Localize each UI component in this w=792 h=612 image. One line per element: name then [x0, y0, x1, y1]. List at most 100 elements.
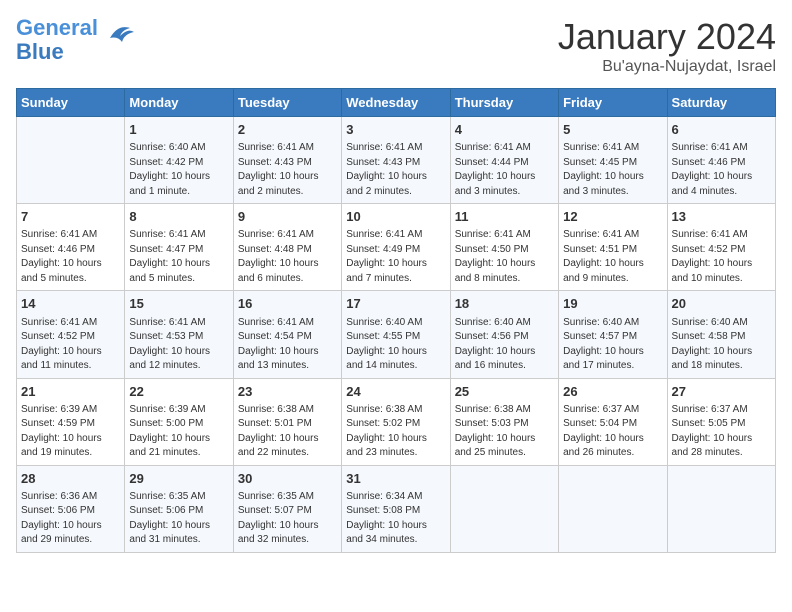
day-number: 1: [129, 121, 228, 139]
cell-content: Sunrise: 6:40 AM Sunset: 4:55 PM Dayligh…: [346, 316, 445, 374]
calendar-cell: 21Sunrise: 6:39 AM Sunset: 4:59 PM Dayli…: [17, 378, 125, 465]
day-number: 11: [455, 208, 554, 226]
calendar-cell: 3Sunrise: 6:41 AM Sunset: 4:43 PM Daylig…: [342, 117, 450, 204]
day-number: 3: [346, 121, 445, 139]
col-header-tuesday: Tuesday: [233, 89, 341, 117]
cell-content: Sunrise: 6:41 AM Sunset: 4:53 PM Dayligh…: [129, 316, 228, 374]
week-row-1: 1 Sunrise: 6:40 AM Sunset: 4:42 PM Daylig…: [17, 117, 776, 204]
day-number: 22: [129, 383, 228, 401]
calendar-cell: 15 Sunrise: 6:41 AM Sunset: 4:53 PM Dayli…: [125, 291, 233, 378]
cell-content: Sunrise: 6:41 AM Sunset: 4:48 PM Dayligh…: [238, 228, 337, 286]
calendar-cell: [667, 465, 775, 552]
cell-content: Sunrise: 6:38 AM Sunset: 5:01 PM Dayligh…: [238, 403, 337, 461]
calendar-cell: 17 Sunrise: 6:40 AM Sunset: 4:55 PM Dayli…: [342, 291, 450, 378]
calendar-cell: 27Sunrise: 6:37 AM Sunset: 5:05 PM Dayli…: [667, 378, 775, 465]
title-block: January 2024 Bu'ayna-Nujaydat, Israel: [558, 16, 776, 76]
header-row: SundayMondayTuesdayWednesdayThursdayFrid…: [17, 89, 776, 117]
calendar-cell: 12 Sunrise: 6:41 AM Sunset: 4:51 PM Dayli…: [559, 204, 667, 291]
col-header-monday: Monday: [125, 89, 233, 117]
day-number: 20: [672, 295, 771, 313]
day-number: 24: [346, 383, 445, 401]
cell-content: Sunrise: 6:41 AM Sunset: 4:47 PM Dayligh…: [129, 228, 228, 286]
cell-content: Sunrise: 6:41 AM Sunset: 4:49 PM Dayligh…: [346, 228, 445, 286]
cell-content: Sunrise: 6:41 AM Sunset: 4:46 PM Dayligh…: [672, 141, 771, 199]
day-number: 18: [455, 295, 554, 313]
week-row-5: 28 Sunrise: 6:36 AM Sunset: 5:06 PM Dayli…: [17, 465, 776, 552]
cell-content: Sunrise: 6:41 AM Sunset: 4:52 PM Dayligh…: [21, 316, 120, 374]
calendar-cell: 31Sunrise: 6:34 AM Sunset: 5:08 PM Dayli…: [342, 465, 450, 552]
day-number: 23: [238, 383, 337, 401]
logo-blue: Blue: [16, 39, 64, 64]
location: Bu'ayna-Nujaydat, Israel: [558, 58, 776, 76]
calendar-cell: 5 Sunrise: 6:41 AM Sunset: 4:45 PM Daylig…: [559, 117, 667, 204]
cell-content: Sunrise: 6:38 AM Sunset: 5:02 PM Dayligh…: [346, 403, 445, 461]
day-number: 30: [238, 470, 337, 488]
cell-content: Sunrise: 6:41 AM Sunset: 4:50 PM Dayligh…: [455, 228, 554, 286]
cell-content: Sunrise: 6:35 AM Sunset: 5:07 PM Dayligh…: [238, 490, 337, 548]
calendar-cell: 6 Sunrise: 6:41 AM Sunset: 4:46 PM Daylig…: [667, 117, 775, 204]
cell-content: Sunrise: 6:41 AM Sunset: 4:45 PM Dayligh…: [563, 141, 662, 199]
calendar-cell: 26Sunrise: 6:37 AM Sunset: 5:04 PM Dayli…: [559, 378, 667, 465]
day-number: 6: [672, 121, 771, 139]
day-number: 10: [346, 208, 445, 226]
logo-general: General: [16, 15, 98, 40]
cell-content: Sunrise: 6:39 AM Sunset: 4:59 PM Dayligh…: [21, 403, 120, 461]
logo-bird-icon: [100, 20, 136, 50]
day-number: 16: [238, 295, 337, 313]
calendar-cell: 9 Sunrise: 6:41 AM Sunset: 4:48 PM Daylig…: [233, 204, 341, 291]
calendar-cell: 23 Sunrise: 6:38 AM Sunset: 5:01 PM Dayli…: [233, 378, 341, 465]
day-number: 17: [346, 295, 445, 313]
calendar-cell: 25Sunrise: 6:38 AM Sunset: 5:03 PM Dayli…: [450, 378, 558, 465]
calendar-cell: 8Sunrise: 6:41 AM Sunset: 4:47 PM Daylig…: [125, 204, 233, 291]
calendar-cell: 14Sunrise: 6:41 AM Sunset: 4:52 PM Dayli…: [17, 291, 125, 378]
col-header-friday: Friday: [559, 89, 667, 117]
calendar-cell: 7 Sunrise: 6:41 AM Sunset: 4:46 PM Daylig…: [17, 204, 125, 291]
calendar-cell: 29Sunrise: 6:35 AM Sunset: 5:06 PM Dayli…: [125, 465, 233, 552]
calendar-cell: 11 Sunrise: 6:41 AM Sunset: 4:50 PM Dayli…: [450, 204, 558, 291]
calendar-cell: 4 Sunrise: 6:41 AM Sunset: 4:44 PM Daylig…: [450, 117, 558, 204]
cell-content: Sunrise: 6:41 AM Sunset: 4:51 PM Dayligh…: [563, 228, 662, 286]
calendar-cell: [17, 117, 125, 204]
day-number: 28: [21, 470, 120, 488]
cell-content: Sunrise: 6:39 AM Sunset: 5:00 PM Dayligh…: [129, 403, 228, 461]
page-header: General Blue January 2024 Bu'ayna-Nujayd…: [16, 16, 776, 76]
day-number: 15: [129, 295, 228, 313]
day-number: 2: [238, 121, 337, 139]
col-header-sunday: Sunday: [17, 89, 125, 117]
day-number: 29: [129, 470, 228, 488]
logo: General Blue: [16, 16, 136, 64]
cell-content: Sunrise: 6:41 AM Sunset: 4:54 PM Dayligh…: [238, 316, 337, 374]
cell-content: Sunrise: 6:41 AM Sunset: 4:46 PM Dayligh…: [21, 228, 120, 286]
calendar-cell: 20 Sunrise: 6:40 AM Sunset: 4:58 PM Dayli…: [667, 291, 775, 378]
cell-content: Sunrise: 6:37 AM Sunset: 5:04 PM Dayligh…: [563, 403, 662, 461]
col-header-thursday: Thursday: [450, 89, 558, 117]
cell-content: Sunrise: 6:41 AM Sunset: 4:43 PM Dayligh…: [238, 141, 337, 199]
day-number: 7: [21, 208, 120, 226]
cell-content: Sunrise: 6:41 AM Sunset: 4:52 PM Dayligh…: [672, 228, 771, 286]
logo-text: General Blue: [16, 16, 98, 64]
calendar-cell: 13Sunrise: 6:41 AM Sunset: 4:52 PM Dayli…: [667, 204, 775, 291]
calendar-cell: 10 Sunrise: 6:41 AM Sunset: 4:49 PM Dayli…: [342, 204, 450, 291]
calendar-cell: 18Sunrise: 6:40 AM Sunset: 4:56 PM Dayli…: [450, 291, 558, 378]
cell-content: Sunrise: 6:36 AM Sunset: 5:06 PM Dayligh…: [21, 490, 120, 548]
month-title: January 2024: [558, 16, 776, 58]
day-number: 9: [238, 208, 337, 226]
day-number: 5: [563, 121, 662, 139]
calendar-cell: 16 Sunrise: 6:41 AM Sunset: 4:54 PM Dayli…: [233, 291, 341, 378]
cell-content: Sunrise: 6:41 AM Sunset: 4:44 PM Dayligh…: [455, 141, 554, 199]
day-number: 31: [346, 470, 445, 488]
calendar-cell: 2 Sunrise: 6:41 AM Sunset: 4:43 PM Daylig…: [233, 117, 341, 204]
calendar-cell: 19Sunrise: 6:40 AM Sunset: 4:57 PM Dayli…: [559, 291, 667, 378]
cell-content: Sunrise: 6:40 AM Sunset: 4:58 PM Dayligh…: [672, 316, 771, 374]
calendar-cell: [450, 465, 558, 552]
cell-content: Sunrise: 6:40 AM Sunset: 4:42 PM Dayligh…: [129, 141, 228, 199]
day-number: 4: [455, 121, 554, 139]
day-number: 25: [455, 383, 554, 401]
calendar-table: SundayMondayTuesdayWednesdayThursdayFrid…: [16, 88, 776, 553]
calendar-cell: 24 Sunrise: 6:38 AM Sunset: 5:02 PM Dayli…: [342, 378, 450, 465]
calendar-cell: [559, 465, 667, 552]
week-row-2: 7 Sunrise: 6:41 AM Sunset: 4:46 PM Daylig…: [17, 204, 776, 291]
week-row-4: 21Sunrise: 6:39 AM Sunset: 4:59 PM Dayli…: [17, 378, 776, 465]
day-number: 12: [563, 208, 662, 226]
cell-content: Sunrise: 6:37 AM Sunset: 5:05 PM Dayligh…: [672, 403, 771, 461]
